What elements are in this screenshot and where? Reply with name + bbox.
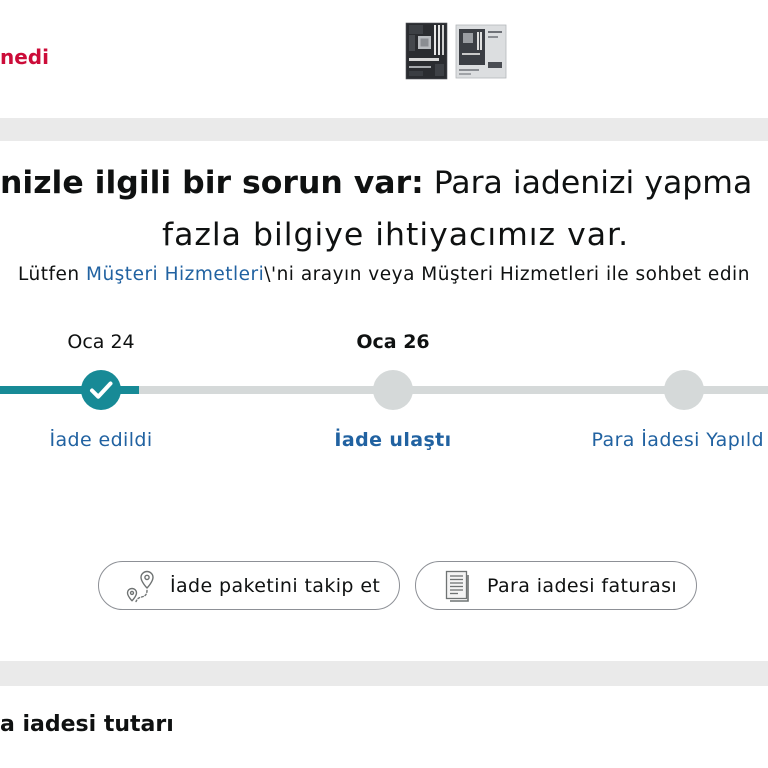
step-date: Oca 24: [67, 331, 135, 353]
invoice-icon: [445, 570, 469, 602]
step-node: [373, 370, 413, 410]
help-text: Lütfen Müşteri Hizmetleri\'ni arayın vey…: [18, 263, 750, 287]
return-status-text: nedi: [0, 45, 49, 69]
section-divider: [0, 118, 768, 141]
step-label: Para İadesi Yapıld: [591, 429, 764, 451]
step-node: [81, 370, 121, 410]
product-thumbnail-motherboard[interactable]: [405, 22, 448, 80]
refund-amount-heading: a iadesi tutarı: [0, 712, 174, 737]
track-return-package-button[interactable]: İade paketini takip et: [98, 561, 400, 610]
return-status-page: nedi nizle ilgili bir sorun var: Para ia…: [0, 0, 768, 768]
customer-service-link[interactable]: Müşteri Hizmetleri: [86, 264, 264, 285]
step-label: İade ulaştı: [334, 429, 452, 451]
step-label: İade edildi: [49, 429, 153, 451]
refund-invoice-button[interactable]: Para iadesi faturası: [415, 561, 697, 610]
step-node: [664, 370, 704, 410]
notice-heading: nizle ilgili bir sorun var: Para iadeniz…: [0, 164, 752, 202]
track-return-package-label: İade paketini takip et: [170, 574, 381, 597]
section-divider: [0, 661, 768, 686]
route-pin-icon: [126, 570, 154, 602]
notice-heading-line-2: fazla bilgiye ihtiyacımız var.: [162, 217, 630, 253]
return-timeline: Oca 24 İade edildi Oca 26 İade ulaştı Pa…: [0, 320, 768, 460]
help-suffix: \'ni arayın veya Müşteri Hizmetleri ile …: [264, 264, 750, 285]
check-icon: [90, 381, 113, 399]
return-header: nedi: [0, 0, 768, 118]
notice-heading-text: Para iadenizi yapma: [433, 165, 753, 201]
refund-invoice-label: Para iadesi faturası: [487, 574, 678, 597]
help-prefix: Lütfen: [18, 264, 80, 285]
notice-heading-bold: nizle ilgili bir sorun var:: [0, 165, 424, 201]
step-date: Oca 26: [356, 331, 430, 353]
product-thumbnail-box[interactable]: [455, 24, 507, 79]
